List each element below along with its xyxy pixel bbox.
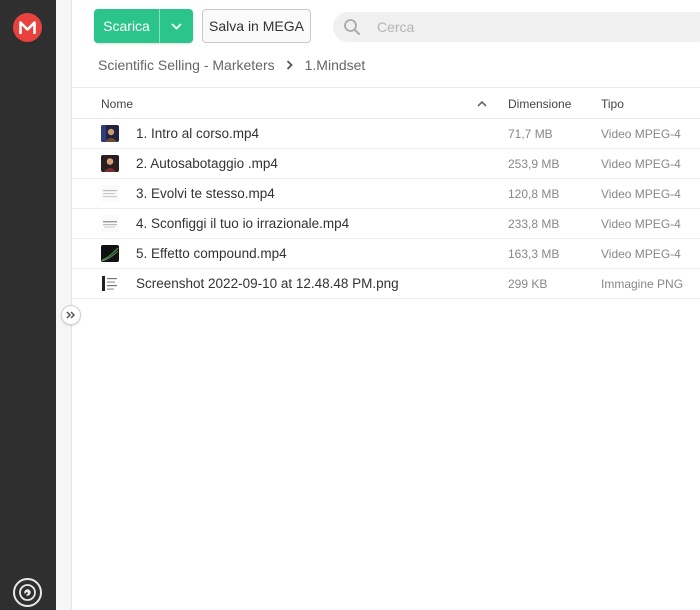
video-thumbnail-icon: [101, 245, 119, 262]
file-type: Video MPEG-4: [601, 187, 681, 201]
video-thumbnail-icon: [101, 125, 119, 142]
table-row[interactable]: Screenshot 2022-09-10 at 12.48.48 PM.png…: [72, 269, 700, 299]
file-table: Nome Dimensione Tipo 1. Intro al corso.m…: [72, 87, 700, 299]
file-name[interactable]: Screenshot 2022-09-10 at 12.48.48 PM.png: [136, 276, 399, 291]
speedometer-icon[interactable]: [13, 578, 42, 607]
breadcrumb-parent[interactable]: Scientific Selling - Marketers: [98, 57, 275, 73]
file-type: Video MPEG-4: [601, 217, 681, 231]
table-row[interactable]: 4. Sconfiggi il tuo io irrazionale.mp4 2…: [72, 209, 700, 239]
breadcrumb: Scientific Selling - Marketers 1.Mindset: [98, 57, 365, 73]
video-thumbnail-icon: [101, 215, 119, 232]
mega-logo-icon[interactable]: [13, 13, 42, 42]
image-thumbnail-icon: [101, 275, 119, 292]
search-icon: [333, 18, 371, 36]
table-row[interactable]: 3. Evolvi te stesso.mp4 120,8 MB Video M…: [72, 179, 700, 209]
column-header-size[interactable]: Dimensione: [508, 97, 571, 111]
video-thumbnail-icon: [101, 185, 119, 202]
file-size: 120,8 MB: [508, 187, 560, 201]
file-name[interactable]: 4. Sconfiggi il tuo io irrazionale.mp4: [136, 216, 349, 231]
save-to-mega-button[interactable]: Salva in MEGA: [202, 9, 311, 43]
video-thumbnail-icon: [101, 155, 119, 172]
file-type: Video MPEG-4: [601, 247, 681, 261]
table-row[interactable]: 2. Autosabotaggio .mp4 253,9 MB Video MP…: [72, 149, 700, 179]
file-size: 233,8 MB: [508, 217, 560, 231]
table-row[interactable]: 1. Intro al corso.mp4 71,7 MB Video MPEG…: [72, 119, 700, 149]
chevron-up-icon[interactable]: [477, 100, 487, 107]
search-bar[interactable]: [333, 12, 700, 42]
file-name[interactable]: 5. Effetto compound.mp4: [136, 246, 287, 261]
download-button[interactable]: Scarica: [94, 9, 193, 43]
file-type: Video MPEG-4: [601, 157, 681, 171]
file-name[interactable]: 3. Evolvi te stesso.mp4: [136, 186, 275, 201]
file-name[interactable]: 2. Autosabotaggio .mp4: [136, 156, 278, 171]
file-size: 71,7 MB: [508, 127, 553, 141]
file-type: Immagine PNG: [601, 277, 684, 291]
file-size: 253,9 MB: [508, 157, 560, 171]
chevron-right-icon: [286, 60, 293, 70]
search-input[interactable]: [377, 19, 677, 35]
double-chevron-right-icon[interactable]: [61, 305, 81, 325]
file-name[interactable]: 1. Intro al corso.mp4: [136, 126, 259, 141]
column-header-type[interactable]: Tipo: [601, 97, 624, 111]
table-row[interactable]: 5. Effetto compound.mp4 163,3 MB Video M…: [72, 239, 700, 269]
file-type: Video MPEG-4: [601, 127, 681, 141]
table-header: Nome Dimensione Tipo: [72, 87, 700, 119]
file-size: 299 KB: [508, 277, 548, 291]
file-size: 163,3 MB: [508, 247, 560, 261]
chevron-down-icon[interactable]: [160, 9, 193, 43]
left-rail: [0, 0, 56, 610]
breadcrumb-current[interactable]: 1.Mindset: [305, 57, 366, 73]
download-button-label[interactable]: Scarica: [94, 9, 160, 43]
column-header-name[interactable]: Nome: [101, 97, 133, 111]
